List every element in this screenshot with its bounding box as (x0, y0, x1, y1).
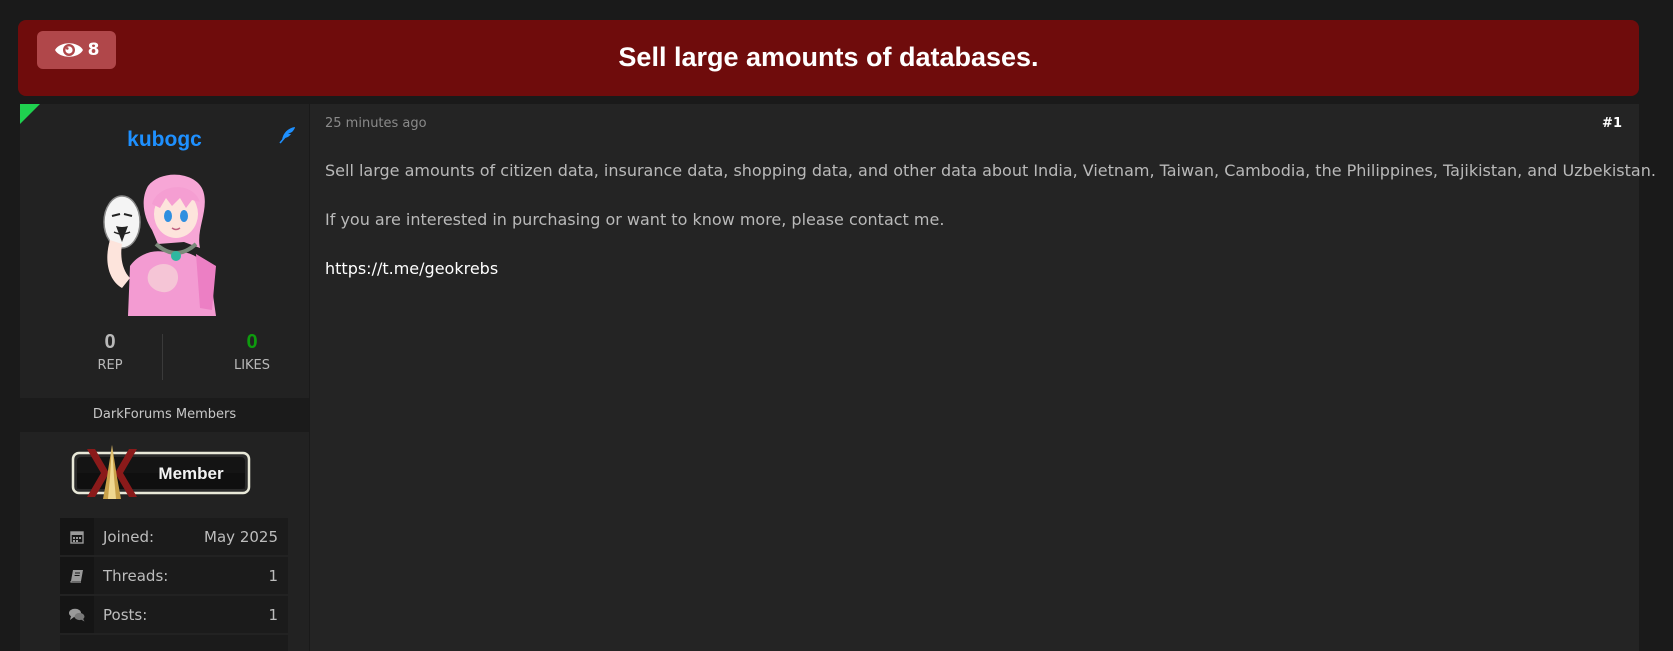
avatar[interactable] (100, 170, 232, 320)
joined-label: Joined: (103, 527, 155, 546)
telegram-link[interactable]: https://t.me/geokrebs (325, 259, 498, 278)
thread-header: 8 Sell large amounts of databases. (18, 20, 1639, 96)
feather-icon (279, 127, 295, 144)
rep-label: REP (97, 358, 123, 373)
thread-title: Sell large amounts of databases. (618, 42, 1039, 72)
stats-divider (162, 334, 163, 380)
rep-stat[interactable]: 0 REP (40, 330, 180, 373)
posts-value: 1 (268, 605, 278, 624)
author-stats: 0 REP 0 LIKES (20, 330, 309, 380)
author-username[interactable]: kubogc (20, 128, 309, 152)
post-paragraph: Sell large amounts of citizen data, insu… (325, 161, 1656, 180)
likes-value: 0 (246, 331, 258, 353)
online-indicator (20, 104, 40, 124)
author-panel: kubogc 0 REP 0 LIKES DarkForums Members … (20, 104, 309, 651)
joined-value: May 2025 (204, 527, 278, 546)
comments-icon (60, 596, 94, 633)
post-body: 25 minutes ago #1 Sell large amounts of … (310, 104, 1656, 651)
member-rank-badge: Member (71, 445, 251, 499)
info-row-threads[interactable]: Threads: 1 (60, 557, 288, 594)
likes-stat[interactable]: 0 LIKES (182, 330, 322, 373)
info-row-posts[interactable]: Posts: 1 (60, 596, 288, 633)
threads-value: 1 (268, 566, 278, 585)
user-group: DarkForums Members (20, 398, 309, 432)
info-row-more (60, 635, 288, 651)
post-paragraph: If you are interested in purchasing or w… (325, 210, 945, 229)
post-date: 25 minutes ago (325, 116, 427, 131)
post-content: Sell large amounts of citizen data, insu… (325, 160, 1656, 307)
author-info: Joined: May 2025 Threads: 1 Posts: 1 (60, 518, 288, 651)
rank-badge-text: Member (158, 464, 224, 483)
book-icon (60, 557, 94, 594)
rep-value: 0 (104, 331, 116, 353)
info-row-joined: Joined: May 2025 (60, 518, 288, 555)
threads-label: Threads: (103, 566, 169, 585)
likes-label: LIKES (233, 358, 271, 373)
post-number-link[interactable]: #1 (1602, 116, 1622, 131)
posts-label: Posts: (103, 605, 148, 624)
calendar-icon (60, 518, 94, 555)
